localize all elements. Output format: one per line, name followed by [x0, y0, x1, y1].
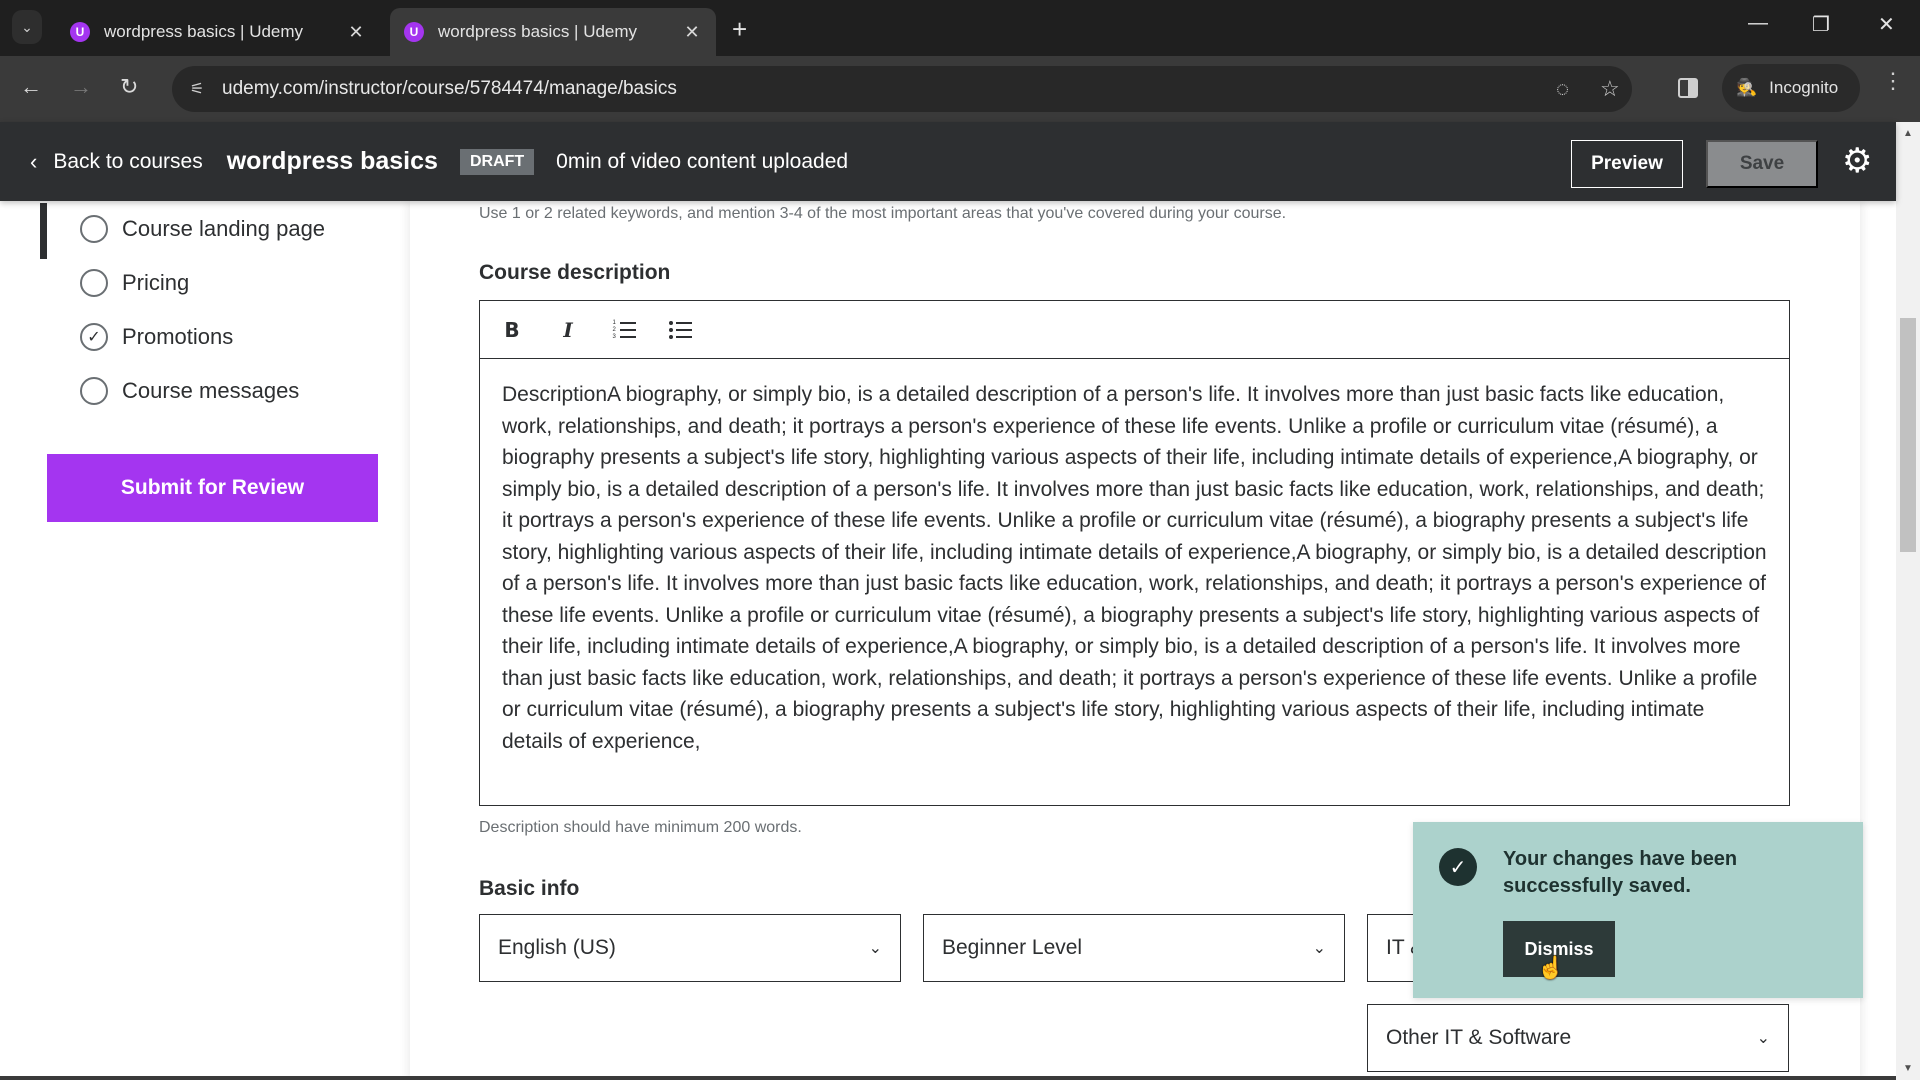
toast-message: Your changes have been successfully save… [1503, 848, 1738, 897]
scroll-down-arrow-icon[interactable]: ▼ [1903, 1063, 1913, 1074]
sidebar-item-label: Course landing page [122, 216, 326, 241]
description-textarea[interactable]: DescriptionA biography, or simply bio, i… [480, 359, 1789, 805]
site-info-icon[interactable]: ⚟ [182, 74, 212, 104]
browser-tab-bar: ⌄ U wordpress basics | Udemy ✕ U wordpre… [0, 0, 1920, 56]
browser-tab[interactable]: U wordpress basics | Udemy ✕ [56, 8, 380, 56]
ordered-list-icon: 1 2 3 [613, 320, 636, 340]
chevron-down-icon: ⌄ [868, 940, 882, 957]
browser-menu-icon[interactable]: ⋮ [1882, 70, 1904, 92]
editor-toolbar: B I 1 2 3 [480, 301, 1789, 359]
browser-toolbar: ← → ↻ ⚟ udemy.com/instructor/course/5784… [0, 56, 1920, 122]
tab-close-icon[interactable]: ✕ [682, 22, 702, 43]
chevron-down-icon: ⌄ [21, 18, 33, 35]
udemy-favicon-icon: U [404, 22, 424, 42]
scroll-up-arrow-icon[interactable]: ▲ [1903, 128, 1913, 139]
status-badge: DRAFT [459, 148, 535, 175]
level-value: Beginner Level [942, 936, 1083, 959]
circle-icon [80, 377, 108, 405]
close-window-icon[interactable]: ✕ [1878, 12, 1895, 37]
browser-tab-active[interactable]: U wordpress basics | Udemy ✕ [390, 8, 716, 56]
tab-title: wordpress basics | Udemy [438, 22, 638, 41]
restore-icon[interactable]: ❐ [1812, 12, 1830, 37]
tab-search-dropdown[interactable]: ⌄ [12, 10, 42, 44]
reload-icon[interactable]: ↻ [120, 74, 138, 100]
incognito-label: Incognito [1769, 78, 1839, 97]
tab-close-icon[interactable]: ✕ [346, 22, 366, 43]
sidebar-item-label: Course messages [122, 378, 300, 403]
bookmark-star-icon[interactable]: ☆ [1600, 76, 1620, 102]
bullet-list-button[interactable] [666, 316, 694, 344]
course-title: wordpress basics [226, 147, 438, 175]
minimize-icon[interactable]: — [1748, 12, 1768, 35]
language-select[interactable]: English (US) ⌄ [479, 914, 901, 982]
save-button[interactable]: Save [1706, 140, 1818, 188]
sidebar-item-pricing[interactable]: Pricing [80, 269, 189, 297]
back-to-courses-label: Back to courses [53, 149, 203, 173]
circle-icon [80, 215, 108, 243]
incognito-profile-button[interactable]: 🕵 Incognito [1722, 64, 1860, 112]
gear-icon[interactable]: ⚙ [1842, 144, 1872, 178]
level-select[interactable]: Beginner Level ⌄ [923, 914, 1345, 982]
eye-off-icon[interactable]: ◌ [1556, 76, 1569, 102]
bold-button[interactable]: B [498, 316, 526, 344]
back-arrow-icon[interactable]: ← [20, 74, 42, 100]
tab-title: wordpress basics | Udemy [104, 22, 304, 41]
back-to-courses-link[interactable]: ‹ Back to courses [30, 149, 203, 175]
sidebar-item-label: Pricing [122, 270, 190, 295]
check-circle-icon: ✓ [80, 323, 108, 351]
chevron-down-icon: ⌄ [1312, 940, 1326, 957]
side-panel-icon[interactable] [1678, 78, 1698, 98]
bottom-edge [0, 1076, 1896, 1080]
active-indicator [40, 203, 47, 259]
ordered-list-button[interactable]: 1 2 3 [610, 316, 638, 344]
subcategory-value: Other IT & Software [1386, 1026, 1572, 1049]
course-sidebar: Course landing page Pricing ✓ Promotions… [0, 201, 410, 1080]
incognito-icon: 🕵 [1736, 78, 1758, 97]
chevron-down-icon: ⌄ [1756, 1030, 1770, 1047]
basic-info-label: Basic info [479, 877, 580, 900]
course-description-editor: B I 1 2 3 DescriptionA biography, or sim… [479, 300, 1790, 806]
address-bar[interactable]: ⚟ udemy.com/instructor/course/5784474/ma… [172, 66, 1632, 112]
circle-icon [80, 269, 108, 297]
sidebar-item-course-landing-page[interactable]: Course landing page [80, 215, 325, 243]
description-helper-text: Description should have minimum 200 word… [479, 819, 802, 836]
video-content-status: 0min of video content uploaded [556, 149, 849, 173]
subtitle-helper-text: Use 1 or 2 related keywords, and mention… [479, 205, 1287, 222]
italic-button[interactable]: I [554, 316, 582, 344]
success-toast: ✓ Your changes have been successfully sa… [1413, 822, 1863, 998]
forward-arrow-icon[interactable]: → [70, 74, 92, 100]
hand-cursor-icon: ☝ [1537, 955, 1565, 980]
sidebar-item-promotions[interactable]: ✓ Promotions [80, 323, 233, 351]
subcategory-select[interactable]: Other IT & Software ⌄ [1367, 1004, 1789, 1072]
language-value: English (US) [498, 936, 616, 959]
udemy-favicon-icon: U [70, 22, 90, 42]
check-circle-icon: ✓ [1439, 848, 1477, 886]
url-text[interactable]: udemy.com/instructor/course/5784474/mana… [222, 78, 677, 100]
course-description-label: Course description [479, 261, 671, 284]
preview-button[interactable]: Preview [1571, 140, 1683, 188]
sidebar-item-label: Promotions [122, 324, 234, 349]
course-header: ‹ Back to courses wordpress basics DRAFT… [0, 122, 1896, 201]
chevron-left-icon: ‹ [30, 148, 38, 174]
bullet-list-icon [668, 320, 692, 339]
sidebar-item-course-messages[interactable]: Course messages [80, 377, 299, 405]
new-tab-button[interactable]: + [732, 14, 747, 45]
scroll-thumb[interactable] [1900, 318, 1916, 552]
page-scrollbar[interactable]: ▲ ▼ [1896, 122, 1920, 1080]
submit-for-review-button[interactable]: Submit for Review [47, 454, 378, 522]
